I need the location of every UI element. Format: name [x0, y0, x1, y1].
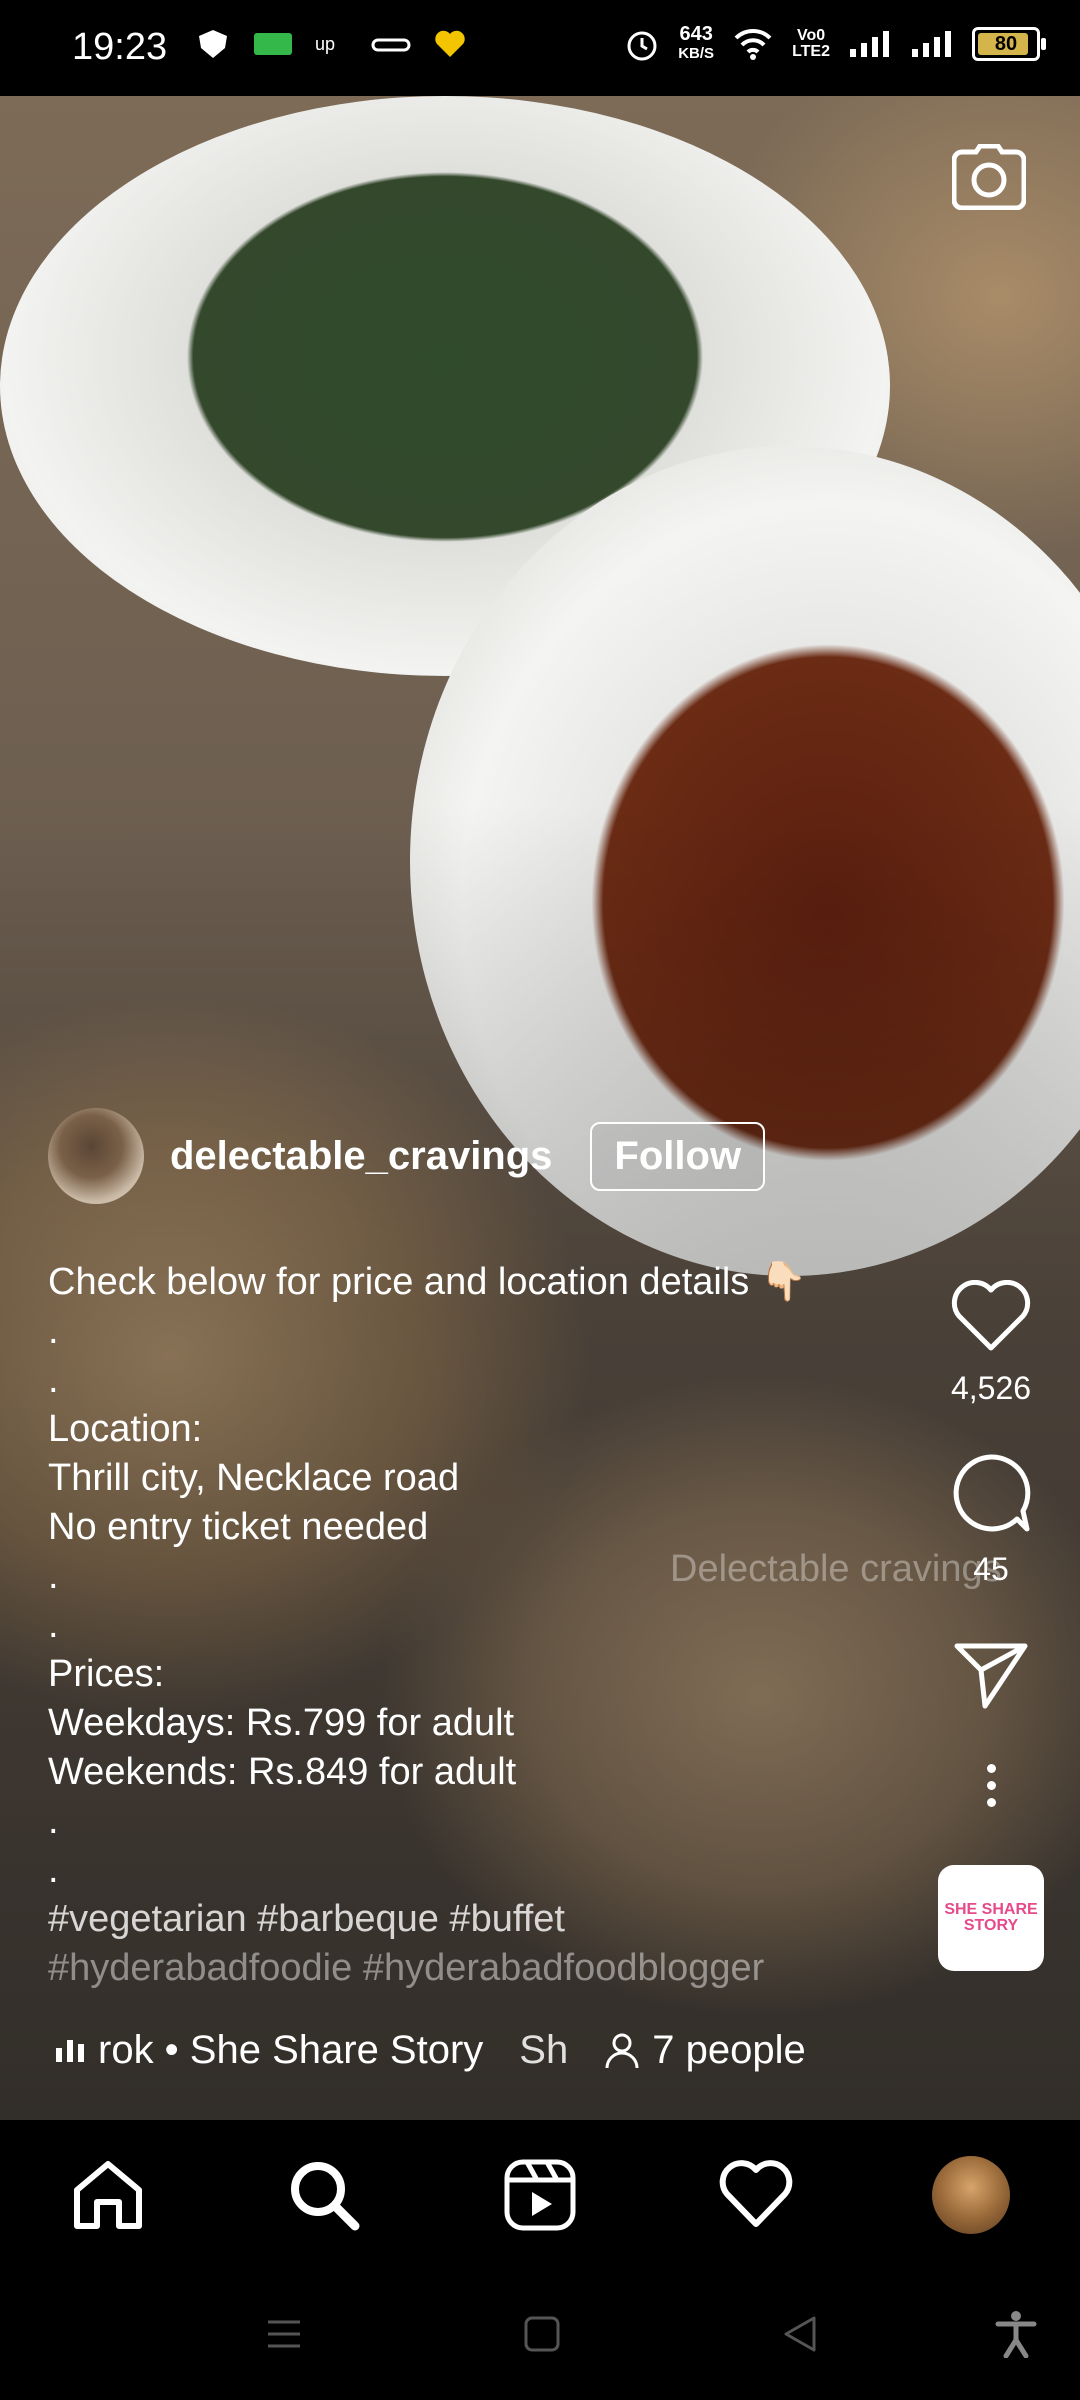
caption-line: Location:	[48, 1408, 203, 1450]
accessibility-icon[interactable]	[994, 2310, 1038, 2358]
caption-line: Weekdays: Rs.799 for adult	[48, 1702, 515, 1744]
signal-icon	[850, 31, 889, 57]
system-navigation-bar	[0, 2272, 1080, 2400]
author-avatar[interactable]	[48, 1108, 144, 1204]
bottom-navigation	[0, 2120, 1080, 2272]
comment-icon[interactable]	[951, 1453, 1031, 1533]
heart-icon[interactable]	[951, 1280, 1031, 1352]
follow-button[interactable]: Follow	[590, 1121, 766, 1191]
audio-title-scroll: Sh	[519, 2028, 569, 2072]
caption-line: .	[48, 1849, 59, 1891]
share-action[interactable]	[953, 1640, 1029, 1710]
signal-icon-2	[912, 31, 951, 57]
caption-line: Check below for price and location detai…	[48, 1261, 808, 1303]
caption-line: #vegetarian #barbeque #buffet	[48, 1898, 565, 1940]
network-speed: 643 KB/S	[678, 23, 715, 62]
caption-line: .	[48, 1310, 59, 1352]
caption-line: Weekends: Rs.849 for adult	[48, 1751, 517, 1793]
audio-title[interactable]: rok • She Share Story	[98, 2028, 483, 2073]
home-button-icon[interactable]	[522, 2314, 562, 2354]
post-author-row: delectable_cravings Follow	[48, 1108, 766, 1204]
caption-line: #hyderabadfoodie #hyderabadfoodblogger	[48, 1947, 765, 1989]
comment-action[interactable]: 45	[951, 1453, 1031, 1588]
home-icon[interactable]	[71, 2158, 145, 2232]
post-caption[interactable]: Check below for price and location detai…	[48, 1258, 918, 1993]
more-options[interactable]	[986, 1764, 996, 1807]
profile-avatar[interactable]	[932, 2156, 1010, 2234]
volte-indicator: Vo0 LTE2	[792, 27, 830, 60]
person-icon	[605, 2033, 639, 2068]
caption-line: Thrill city, Necklace road	[48, 1457, 460, 1499]
caption-line: No entry ticket needed	[48, 1506, 429, 1548]
caption-line: .	[48, 1359, 59, 1401]
shield-icon	[199, 30, 227, 58]
camera-icon[interactable]	[952, 144, 1026, 210]
status-bar: 19:23 up 643 KB/S Vo0 LTE2 80	[0, 0, 1080, 96]
caption-line: .	[48, 1604, 59, 1646]
car-icon	[371, 38, 411, 52]
comment-count[interactable]: 45	[973, 1551, 1009, 1588]
send-icon[interactable]	[953, 1640, 1029, 1710]
caption-line: .	[48, 1800, 59, 1842]
author-username[interactable]: delectable_cravings	[170, 1134, 552, 1179]
svg-text:up: up	[315, 34, 335, 54]
upi-icon: up	[315, 34, 335, 54]
menu-icon[interactable]	[264, 2314, 304, 2354]
reels-icon[interactable]	[503, 2158, 577, 2232]
battery-indicator: 80	[972, 27, 1046, 61]
audio-bars-icon	[56, 2039, 84, 2062]
status-notification-icons: up	[195, 28, 467, 60]
audio-cover-image[interactable]: SHE SHARE STORY	[938, 1865, 1044, 1971]
back-icon[interactable]	[780, 2314, 820, 2354]
app-badge-icon	[254, 33, 292, 55]
activity-heart-icon[interactable]	[719, 2158, 793, 2232]
more-dots-icon[interactable]	[986, 1764, 996, 1807]
tagged-people[interactable]: 7 people	[604, 2028, 806, 2073]
caption-line: .	[48, 1555, 59, 1597]
heart-badge-icon	[435, 30, 465, 57]
wifi-icon	[734, 28, 772, 60]
caption-line: Prices:	[48, 1653, 165, 1695]
audio-thumbnail[interactable]: SHE SHARE STORY	[938, 1865, 1044, 1971]
alarm-icon	[627, 31, 657, 61]
reel-actions: 4,526 45 SHE SHARE STORY	[936, 1280, 1046, 1971]
like-count[interactable]: 4,526	[951, 1370, 1031, 1407]
search-icon[interactable]	[287, 2158, 361, 2232]
audio-info-row[interactable]: rok • She Share Story Sh 7 people	[56, 2028, 806, 2073]
status-system-icons: 643 KB/S Vo0 LTE2 80	[624, 23, 1046, 64]
status-time: 19:23	[72, 26, 168, 68]
people-count[interactable]: 7 people	[652, 2028, 805, 2073]
like-action[interactable]: 4,526	[951, 1280, 1031, 1407]
